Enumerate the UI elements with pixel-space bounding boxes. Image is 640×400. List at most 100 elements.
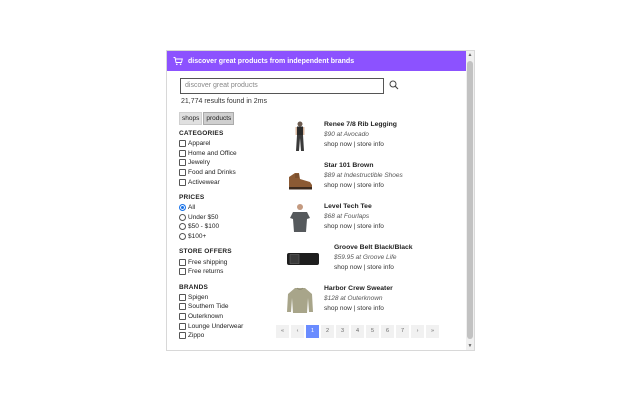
product-item: Star 101 Brown $89 at Indestructible Sho… (285, 161, 403, 193)
checkbox[interactable] (179, 159, 186, 167)
page-button[interactable]: 2 (321, 325, 334, 338)
page-last-button[interactable]: » (426, 325, 439, 338)
product-name[interactable]: Harbor Crew Sweater (324, 285, 393, 292)
filter-option[interactable]: Free returns (179, 267, 279, 277)
filter-option[interactable]: Lounge Underwear (179, 321, 279, 331)
prices-filter: PRICES All Under $50 $50 - $100 $100+ (179, 194, 279, 241)
search-input[interactable]: discover great products (180, 78, 384, 94)
page-button[interactable]: 4 (351, 325, 364, 338)
shop-now-link[interactable]: shop now (324, 223, 352, 230)
product-price: $90 at Avocado (324, 131, 369, 138)
checkbox[interactable] (179, 149, 186, 157)
link-separator: | (353, 141, 356, 148)
price-option[interactable]: Under $50 (179, 213, 279, 223)
tab-products[interactable]: products (203, 112, 235, 125)
scrollbar[interactable]: ▲ ▼ (466, 51, 474, 350)
cart-icon (173, 57, 183, 66)
radio[interactable] (179, 213, 186, 221)
filter-option[interactable]: Home and Office (179, 149, 279, 159)
product-item: Harbor Crew Sweater $128 at Outerknown s… (285, 284, 393, 316)
shop-now-link[interactable]: shop now (324, 141, 352, 148)
price-option[interactable]: All (179, 203, 279, 213)
filter-option[interactable]: Outerknown (179, 312, 279, 322)
price-option[interactable]: $100+ (179, 232, 279, 242)
brands-filter: BRANDS Spigen Southern Tide Outerknown L… (179, 284, 279, 341)
product-price: $128 at Outerknown (324, 295, 383, 302)
page-prev-button[interactable]: ‹ (291, 325, 304, 338)
checkbox[interactable] (179, 268, 186, 276)
product-name[interactable]: Star 101 Brown (324, 162, 403, 169)
radio-selected[interactable] (179, 204, 186, 212)
store-info-link[interactable]: store info (357, 223, 384, 230)
product-price: $89 at Indestructible Shoes (324, 172, 403, 179)
scroll-down-arrow[interactable]: ▼ (466, 342, 474, 350)
checkbox[interactable] (179, 313, 186, 321)
search-icon[interactable] (389, 80, 399, 90)
categories-filter: CATEGORIES Apparel Home and Office Jewel… (179, 130, 279, 187)
page-button[interactable]: 6 (381, 325, 394, 338)
store-offers-filter: STORE OFFERS Free shipping Free returns (179, 248, 279, 276)
product-name[interactable]: Level Tech Tee (324, 203, 384, 210)
store-info-link[interactable]: store info (357, 305, 384, 312)
filter-option[interactable]: Jewelry (179, 158, 279, 168)
checkbox[interactable] (179, 322, 186, 330)
filter-option[interactable]: Free shipping (179, 257, 279, 267)
shop-now-link[interactable]: shop now (324, 182, 352, 189)
link-separator: | (353, 182, 356, 189)
prices-heading: PRICES (179, 193, 205, 201)
checkbox[interactable] (179, 293, 186, 301)
product-item: Level Tech Tee $68 at Fourlaps shop now … (285, 202, 384, 234)
brands-heading: BRANDS (179, 283, 209, 291)
checkbox[interactable] (179, 332, 186, 340)
filters-panel: CATEGORIES Apparel Home and Office Jewel… (179, 130, 279, 348)
radio[interactable] (179, 223, 186, 231)
product-image-tee[interactable] (285, 202, 315, 234)
checkbox[interactable] (179, 178, 186, 186)
store-info-link[interactable]: store info (357, 141, 384, 148)
scroll-up-arrow[interactable]: ▲ (466, 51, 474, 59)
checkbox[interactable] (179, 258, 186, 266)
product-image-belt[interactable] (285, 243, 325, 275)
shop-now-link[interactable]: shop now (334, 264, 362, 271)
filter-option[interactable]: Apparel (179, 139, 279, 149)
checkbox[interactable] (179, 303, 186, 311)
tab-shops[interactable]: shops (179, 112, 203, 125)
page-button[interactable]: 3 (336, 325, 349, 338)
filter-option[interactable]: Southern Tide (179, 302, 279, 312)
categories-heading: CATEGORIES (179, 130, 224, 137)
store-info-link[interactable]: store info (367, 264, 394, 271)
link-separator: | (363, 264, 366, 271)
product-image-legging[interactable] (285, 120, 315, 152)
banner-text: discover great products from independent… (188, 57, 355, 65)
product-price: $59.95 at Groove Life (334, 254, 397, 261)
radio[interactable] (179, 233, 186, 241)
filter-option[interactable]: Zippo (179, 331, 279, 341)
filter-option[interactable]: Food and Drinks (179, 168, 279, 178)
extension-popup: discover great products from independent… (166, 50, 475, 351)
page-button[interactable]: 5 (366, 325, 379, 338)
product-image-boot[interactable] (285, 161, 315, 193)
store-offers-heading: STORE OFFERS (179, 248, 232, 256)
page-next-button[interactable]: › (411, 325, 424, 338)
product-item: Renee 7/8 Rib Legging $90 at Avocado sho… (285, 120, 397, 152)
page-first-button[interactable]: « (276, 325, 289, 338)
filter-option[interactable]: Spigen (179, 293, 279, 303)
shop-now-link[interactable]: shop now (324, 305, 352, 312)
page-button[interactable]: 7 (396, 325, 409, 338)
results-count: 21,774 results found in 2ms (181, 98, 267, 105)
product-price: $68 at Fourlaps (324, 213, 370, 220)
scrollbar-thumb[interactable] (467, 61, 473, 339)
checkbox[interactable] (179, 140, 186, 148)
product-name[interactable]: Groove Belt Black/Black (334, 244, 413, 251)
product-image-sweater[interactable] (285, 284, 315, 316)
page-button-current[interactable]: 1 (306, 325, 319, 338)
checkbox[interactable] (179, 169, 186, 177)
view-toggle: shops products (179, 112, 235, 125)
header-banner: discover great products from independent… (167, 51, 466, 71)
product-item: Groove Belt Black/Black $59.95 at Groove… (285, 243, 413, 275)
price-option[interactable]: $50 - $100 (179, 222, 279, 232)
store-info-link[interactable]: store info (357, 182, 384, 189)
link-separator: | (353, 305, 356, 312)
filter-option[interactable]: Activewear (179, 177, 279, 187)
product-name[interactable]: Renee 7/8 Rib Legging (324, 121, 397, 128)
